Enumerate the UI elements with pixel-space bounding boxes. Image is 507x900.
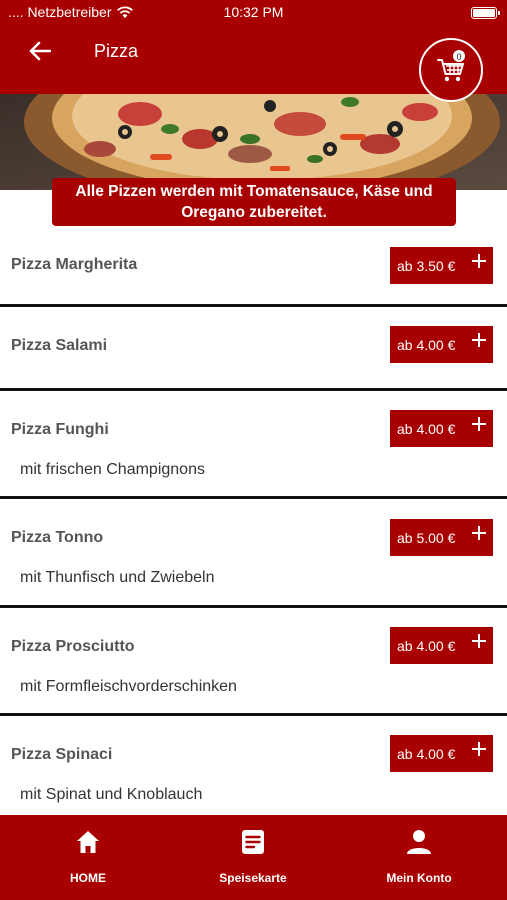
hero-pizza-image (0, 94, 507, 190)
item-name: Pizza Prosciutto (11, 638, 135, 655)
price-label: ab 4.00 € (397, 637, 456, 654)
arrow-left-icon (29, 41, 51, 61)
menu-card-icon (242, 830, 264, 854)
user-icon (407, 830, 431, 854)
plus-icon (472, 254, 486, 268)
back-button[interactable] (22, 36, 58, 66)
tab-home[interactable]: HOME (28, 815, 148, 900)
add-to-cart-button[interactable]: ab 4.00 € (390, 735, 493, 772)
item-description: mit Thunfisch und Zwiebeln (20, 569, 215, 586)
item-name: Pizza Funghi (11, 421, 109, 438)
plus-icon (472, 526, 486, 540)
price-label: ab 4.00 € (397, 745, 456, 762)
tab-label: HOME (70, 871, 106, 885)
battery-icon (471, 7, 500, 19)
menu-item: Pizza Spinaci mit Spinat und Knoblauch a… (0, 724, 507, 824)
cart-count-badge: 0 (452, 49, 466, 63)
item-name: Pizza Spinaci (11, 746, 113, 763)
nav-bar: Pizza 0 (0, 26, 507, 102)
info-banner: Alle Pizzen werden mit Tomatensauce, Käs… (52, 178, 456, 226)
tab-mein-konto[interactable]: Mein Konto (359, 815, 479, 900)
bottom-tab-bar: HOME Speisekarte Mein Konto (0, 815, 507, 900)
page-title: Pizza (94, 41, 139, 61)
price-label: ab 5.00 € (397, 529, 456, 546)
price-label: ab 4.00 € (397, 336, 456, 353)
plus-icon (472, 333, 486, 347)
add-to-cart-button[interactable]: ab 4.00 € (390, 326, 493, 363)
menu-item: Pizza Prosciutto mit Formfleischvordersc… (0, 616, 507, 716)
item-name: Pizza Salami (11, 337, 108, 354)
menu-item: Pizza Tonno mit Thunfisch und Zwiebeln a… (0, 507, 507, 608)
plus-icon (472, 417, 486, 431)
add-to-cart-button[interactable]: ab 5.00 € (390, 519, 493, 556)
clock: 10:32 PM (223, 4, 284, 20)
price-label: ab 3.50 € (397, 257, 456, 274)
tab-speisekarte[interactable]: Speisekarte (193, 815, 313, 900)
menu-list: Pizza Margherita ab 3.50 € Pizza Salami … (0, 236, 507, 824)
status-bar: .... Netzbetreiber 10:32 PM (0, 0, 507, 26)
price-label: ab 4.00 € (397, 420, 456, 437)
item-description: mit Spinat und Knoblauch (20, 786, 203, 803)
tab-label: Speisekarte (219, 871, 287, 885)
pizza-image (0, 94, 507, 190)
menu-item: Pizza Funghi mit frischen Champignons ab… (0, 399, 507, 499)
item-name: Pizza Tonno (11, 529, 104, 546)
item-description: mit frischen Champignons (20, 461, 205, 478)
item-description: mit Formfleischvorderschinken (20, 678, 237, 695)
home-icon (77, 831, 99, 853)
menu-item: Pizza Salami ab 4.00 € (0, 315, 507, 391)
tab-label: Mein Konto (386, 871, 452, 885)
plus-icon (472, 742, 486, 756)
add-to-cart-button[interactable]: ab 4.00 € (390, 410, 493, 447)
add-to-cart-button[interactable]: ab 4.00 € (390, 627, 493, 664)
plus-icon (472, 634, 486, 648)
item-name: Pizza Margherita (11, 256, 138, 273)
add-to-cart-button[interactable]: ab 3.50 € (390, 247, 493, 284)
menu-item: Pizza Margherita ab 3.50 € (0, 236, 507, 307)
cart-button[interactable]: 0 (419, 38, 483, 102)
